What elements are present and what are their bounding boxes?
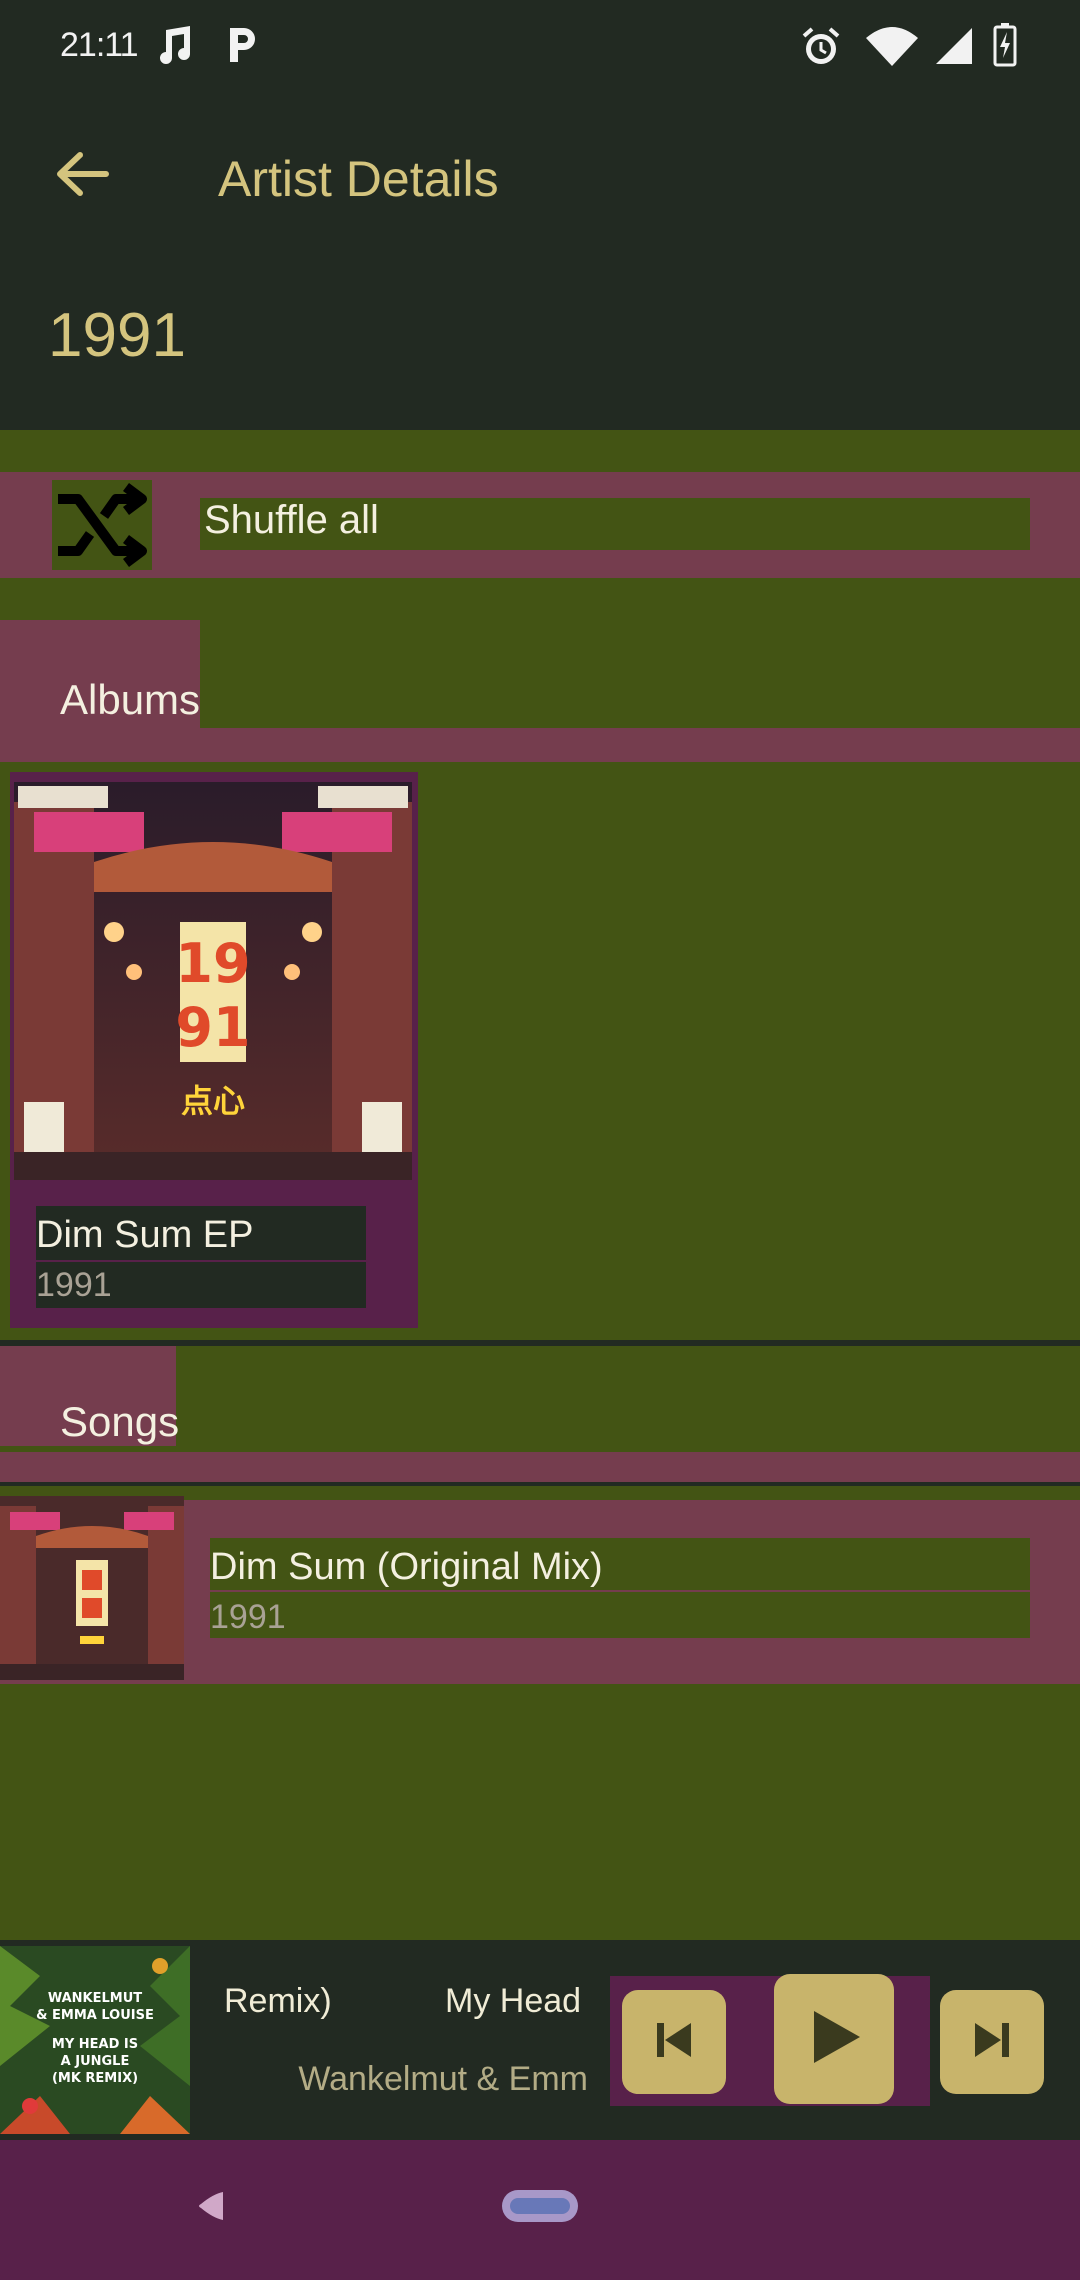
song-year-bg xyxy=(210,1592,1030,1638)
app-bar xyxy=(0,92,1080,260)
now-playing-cover-image: WANKELMUT & EMMA LOUISE MY HEAD IS A JUN… xyxy=(0,1946,190,2134)
album-cover-image: 19 91 点心 xyxy=(14,782,412,1180)
songs-section-header: Songs xyxy=(60,1398,180,1445)
now-art-line-2: & EMMA LOUISE xyxy=(36,2008,154,2023)
song-cover-image xyxy=(0,1496,184,1680)
album-title: Dim Sum EP xyxy=(36,1214,254,1256)
nav-home-button[interactable] xyxy=(500,2186,580,2230)
album-art-caption: 点心 xyxy=(181,1082,245,1120)
skip-previous-button[interactable] xyxy=(622,1990,726,2094)
back-button[interactable] xyxy=(40,130,124,222)
arrow-left-icon xyxy=(54,149,110,204)
artist-name-header: 1991 xyxy=(48,301,186,370)
album-art-year-bottom: 91 xyxy=(175,996,250,1059)
wifi-icon xyxy=(862,24,922,73)
album-art-year-top: 19 xyxy=(175,932,250,995)
shuffle-icon xyxy=(52,480,152,570)
song-subtitle: 1991 xyxy=(210,1598,286,1636)
status-time: 21:11 xyxy=(60,26,139,64)
shuffle-all-label: Shuffle all xyxy=(204,498,379,542)
skip-next-button[interactable] xyxy=(940,1990,1044,2094)
music-note-icon xyxy=(156,24,196,71)
song-title: Dim Sum (Original Mix) xyxy=(210,1546,603,1588)
alarm-icon xyxy=(800,26,842,73)
battery-charging-icon xyxy=(992,22,1018,73)
page-title: Artist Details xyxy=(218,151,499,207)
play-button[interactable] xyxy=(774,1974,894,2104)
play-icon xyxy=(802,2005,866,2074)
album-year: 1991 xyxy=(36,1266,112,1304)
now-playing-artist: Wankelmut & Emm xyxy=(298,2060,588,2098)
nav-home-pill-icon xyxy=(500,2186,580,2231)
now-playing-title-marquee: Remix) My Head xyxy=(218,1982,588,2026)
skip-previous-icon xyxy=(651,2017,697,2068)
now-art-line-3: MY HEAD IS xyxy=(52,2037,138,2052)
p-icon xyxy=(224,24,260,71)
signal-icon xyxy=(934,26,974,71)
albums-header-strip xyxy=(0,728,1080,762)
now-art-line-1: WANKELMUT xyxy=(48,1991,142,2006)
now-playing-artist-marquee: Wankelmut & Emm xyxy=(218,2060,588,2106)
now-playing-title: Remix) My Head xyxy=(224,1982,582,2020)
now-art-line-5: (MK REMIX) xyxy=(52,2071,138,2086)
songs-header-strip xyxy=(0,1452,1080,1482)
now-art-line-4: A JUNGLE xyxy=(61,2054,130,2069)
nav-back-button[interactable] xyxy=(176,2176,246,2240)
skip-next-icon xyxy=(969,2017,1015,2068)
albums-section-header: Albums xyxy=(60,676,201,723)
nav-back-icon xyxy=(193,2188,229,2229)
